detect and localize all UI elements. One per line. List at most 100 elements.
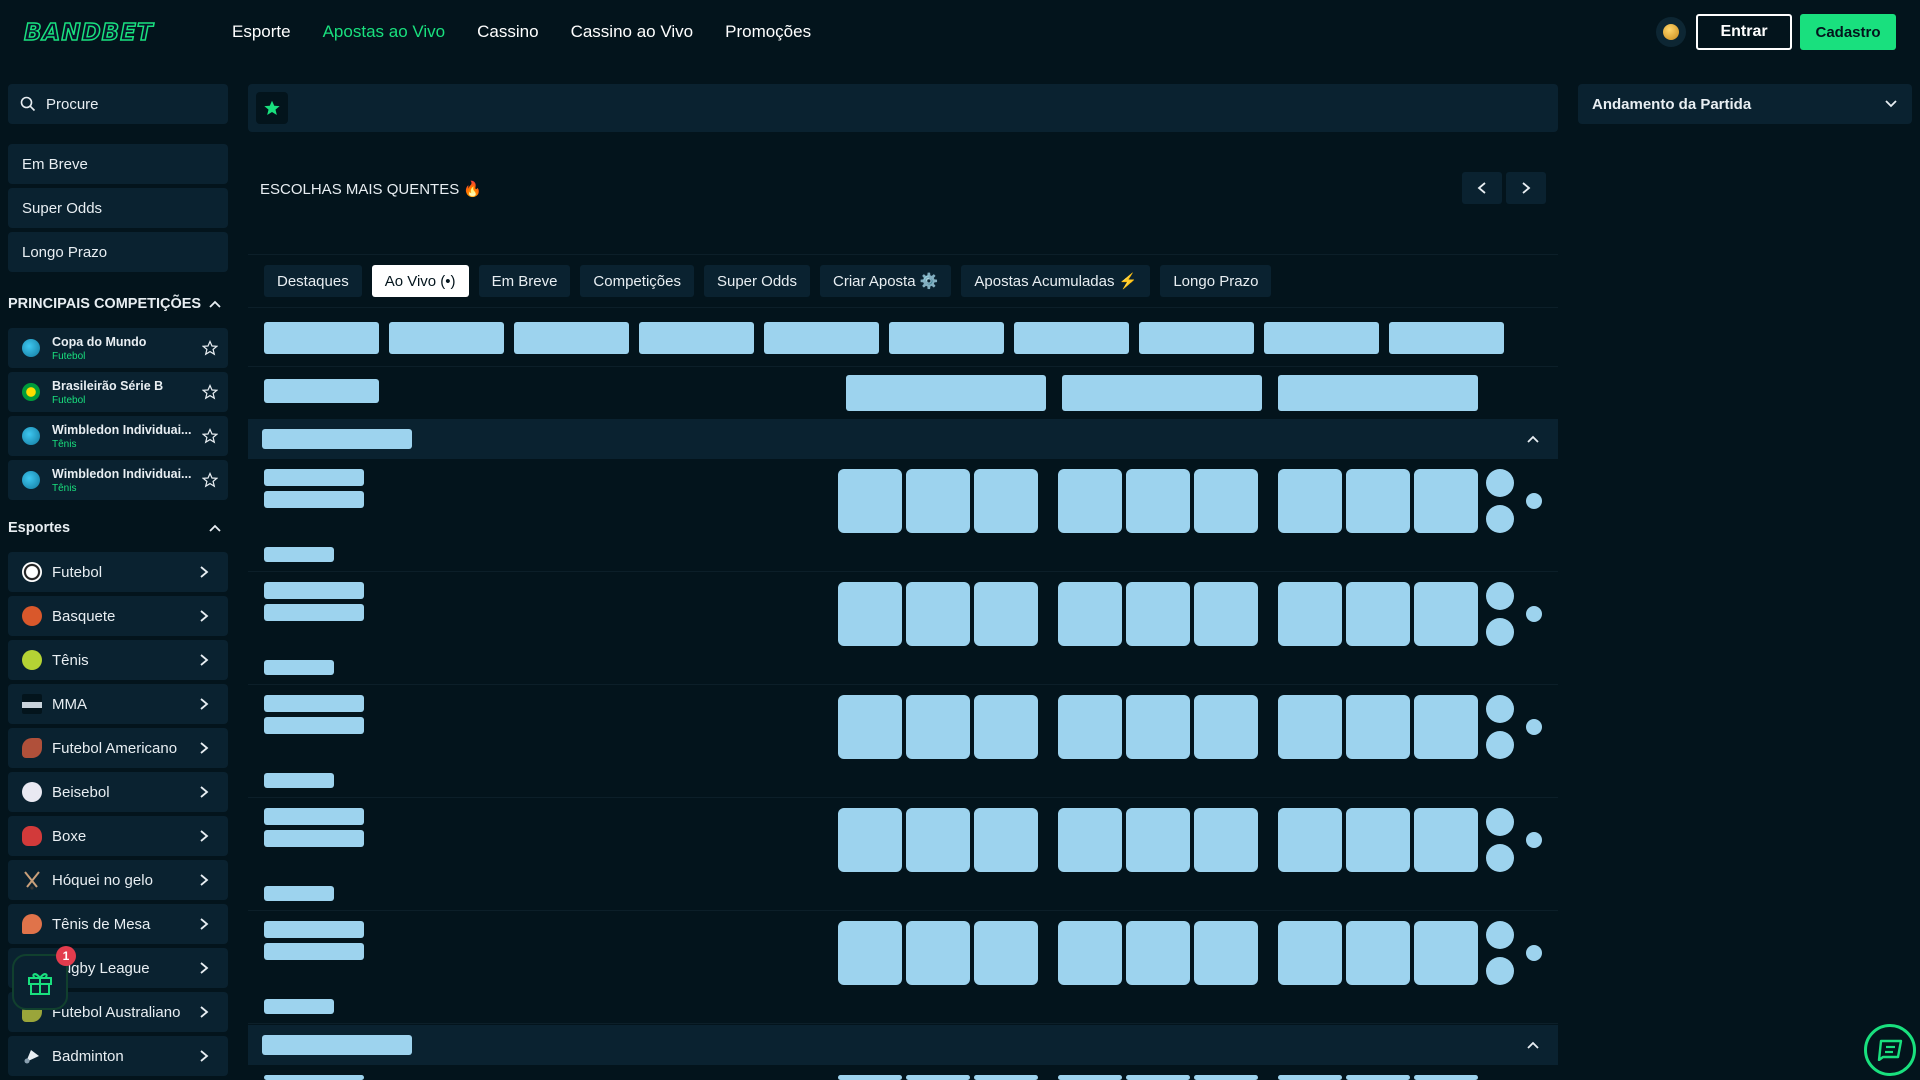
competition-item[interactable]: Wimbledon Individuai... Tênis bbox=[8, 460, 228, 500]
sports-title: Esportes bbox=[8, 520, 71, 536]
sport-item-basquete[interactable]: Basquete bbox=[8, 596, 228, 636]
skeleton-dot bbox=[1526, 719, 1542, 735]
nav-apostas-ao-vivo[interactable]: Apostas ao Vivo bbox=[323, 22, 446, 42]
signup-button[interactable]: Cadastro bbox=[1800, 14, 1896, 50]
league-group-header[interactable] bbox=[248, 1025, 1558, 1065]
skeleton-odd bbox=[1058, 582, 1122, 646]
nav-cassino-ao-vivo[interactable]: Cassino ao Vivo bbox=[571, 22, 694, 42]
sport-item-futebol-americano[interactable]: Futebol Americano bbox=[8, 728, 228, 768]
skeleton-odd bbox=[1126, 1075, 1190, 1080]
baseball-icon bbox=[22, 782, 42, 802]
sports-header[interactable]: Esportes bbox=[8, 508, 228, 548]
sport-item-futebol[interactable]: Futebol bbox=[8, 552, 228, 592]
sport-label: Boxe bbox=[52, 827, 87, 845]
skeleton-odd bbox=[906, 808, 970, 872]
skeleton-dot bbox=[1486, 921, 1514, 949]
competition-sport: Tênis bbox=[52, 438, 77, 450]
sport-label: Futebol Australiano bbox=[52, 1003, 181, 1021]
quick-link-longo-prazo[interactable]: Longo Prazo bbox=[8, 232, 228, 272]
american-football-icon bbox=[22, 738, 42, 758]
sport-item-tenis[interactable]: Tênis bbox=[8, 640, 228, 680]
skeleton-odd bbox=[974, 808, 1038, 872]
bandbet-logo[interactable]: BANDBET bbox=[23, 19, 154, 47]
competition-item[interactable]: Copa do Mundo Futebol bbox=[8, 328, 228, 368]
skeleton-odd bbox=[974, 1075, 1038, 1080]
divider bbox=[248, 571, 1558, 572]
tab-apostas-acumuladas[interactable]: Apostas Acumuladas ⚡ bbox=[961, 265, 1151, 297]
hockey-stick-icon bbox=[24, 871, 40, 890]
league-group-header[interactable] bbox=[248, 419, 1558, 459]
skeleton-time-bar bbox=[264, 547, 334, 562]
sport-label: Tênis bbox=[52, 651, 89, 669]
skeleton-odd bbox=[1414, 808, 1478, 872]
quick-link-super-odds[interactable]: Super Odds bbox=[8, 188, 228, 228]
tab-destaques[interactable]: Destaques bbox=[264, 265, 362, 297]
skeleton-odd bbox=[1126, 808, 1190, 872]
tab-longo-prazo[interactable]: Longo Prazo bbox=[1160, 265, 1272, 297]
chat-button[interactable] bbox=[1864, 1024, 1916, 1076]
skeleton-odd bbox=[1278, 808, 1342, 872]
skeleton-bar bbox=[264, 1075, 364, 1080]
tab-ao-vivo[interactable]: Ao Vivo (•) bbox=[371, 265, 469, 297]
skeleton-odd bbox=[974, 582, 1038, 646]
skeleton-dot bbox=[1486, 582, 1514, 610]
skeleton-odd bbox=[1346, 695, 1410, 759]
skeleton-odd bbox=[906, 582, 970, 646]
skeleton-odd bbox=[1126, 469, 1190, 533]
nav-cassino[interactable]: Cassino bbox=[477, 22, 538, 42]
star-icon[interactable] bbox=[202, 340, 218, 356]
chevron-right-icon bbox=[200, 1006, 209, 1018]
sport-item-boxe[interactable]: Boxe bbox=[8, 816, 228, 856]
nav-esporte[interactable]: Esporte bbox=[232, 22, 291, 42]
skeleton-team-bar bbox=[264, 717, 364, 734]
gift-count-badge: 1 bbox=[56, 946, 76, 966]
divider bbox=[248, 366, 1558, 367]
skeleton-dot bbox=[1486, 618, 1514, 646]
search-input[interactable] bbox=[46, 95, 216, 113]
carousel-prev-button[interactable] bbox=[1462, 172, 1502, 204]
star-icon[interactable] bbox=[202, 384, 218, 400]
skeleton-chip bbox=[514, 322, 629, 354]
skeleton-odd bbox=[1126, 921, 1190, 985]
tab-em-breve[interactable]: Em Breve bbox=[478, 265, 571, 297]
skeleton-dot bbox=[1486, 695, 1514, 723]
nav-promocoes[interactable]: Promoções bbox=[725, 22, 811, 42]
sport-item-beisebol[interactable]: Beisebol bbox=[8, 772, 228, 812]
skeleton-chip bbox=[1139, 322, 1254, 354]
sport-label: Basquete bbox=[52, 607, 116, 625]
skeleton-chip bbox=[389, 322, 504, 354]
chevron-right-icon bbox=[200, 830, 209, 842]
match-progress-panel[interactable]: Andamento da Partida bbox=[1578, 84, 1912, 124]
skeleton-odd bbox=[1126, 695, 1190, 759]
coin-icon[interactable] bbox=[1656, 17, 1686, 47]
favorites-star-button[interactable] bbox=[256, 92, 288, 124]
tab-competicoes[interactable]: Competições bbox=[580, 265, 694, 297]
carousel-next-button[interactable] bbox=[1506, 172, 1546, 204]
skeleton-odd bbox=[1058, 808, 1122, 872]
quick-link-em-breve[interactable]: Em Breve bbox=[8, 144, 228, 184]
star-icon[interactable] bbox=[202, 428, 218, 444]
skeleton-dot bbox=[1486, 469, 1514, 497]
chevron-right-icon bbox=[200, 566, 209, 578]
skeleton-odd bbox=[1194, 1075, 1258, 1080]
tab-criar-aposta[interactable]: Criar Aposta ⚙️ bbox=[820, 265, 952, 297]
divider bbox=[248, 1023, 1558, 1024]
sport-item-hoquei-no-gelo[interactable]: Hóquei no gelo bbox=[8, 860, 228, 900]
sport-item-badminton[interactable]: Badminton bbox=[8, 1036, 228, 1076]
gift-icon bbox=[28, 973, 52, 995]
tab-super-odds[interactable]: Super Odds bbox=[703, 265, 811, 297]
skeleton-odd bbox=[1414, 695, 1478, 759]
sport-label: Hóquei no gelo bbox=[52, 871, 153, 889]
star-icon[interactable] bbox=[202, 472, 218, 488]
shuttlecock-icon bbox=[24, 1050, 39, 1064]
divider bbox=[248, 910, 1558, 911]
competition-item[interactable]: Wimbledon Individuai... Tênis bbox=[8, 416, 228, 456]
skeleton-team-bar bbox=[264, 604, 364, 621]
competitions-header[interactable]: PRINCIPAIS COMPETIÇÕES bbox=[8, 284, 228, 324]
skeleton-odd bbox=[1194, 582, 1258, 646]
sport-item-mma[interactable]: MMA bbox=[8, 684, 228, 724]
competition-item[interactable]: Brasileirão Série B Futebol bbox=[8, 372, 228, 412]
skeleton-team-bar bbox=[264, 469, 364, 486]
sport-item-tenis-de-mesa[interactable]: Tênis de Mesa bbox=[8, 904, 228, 944]
login-button[interactable]: Entrar bbox=[1696, 14, 1792, 50]
